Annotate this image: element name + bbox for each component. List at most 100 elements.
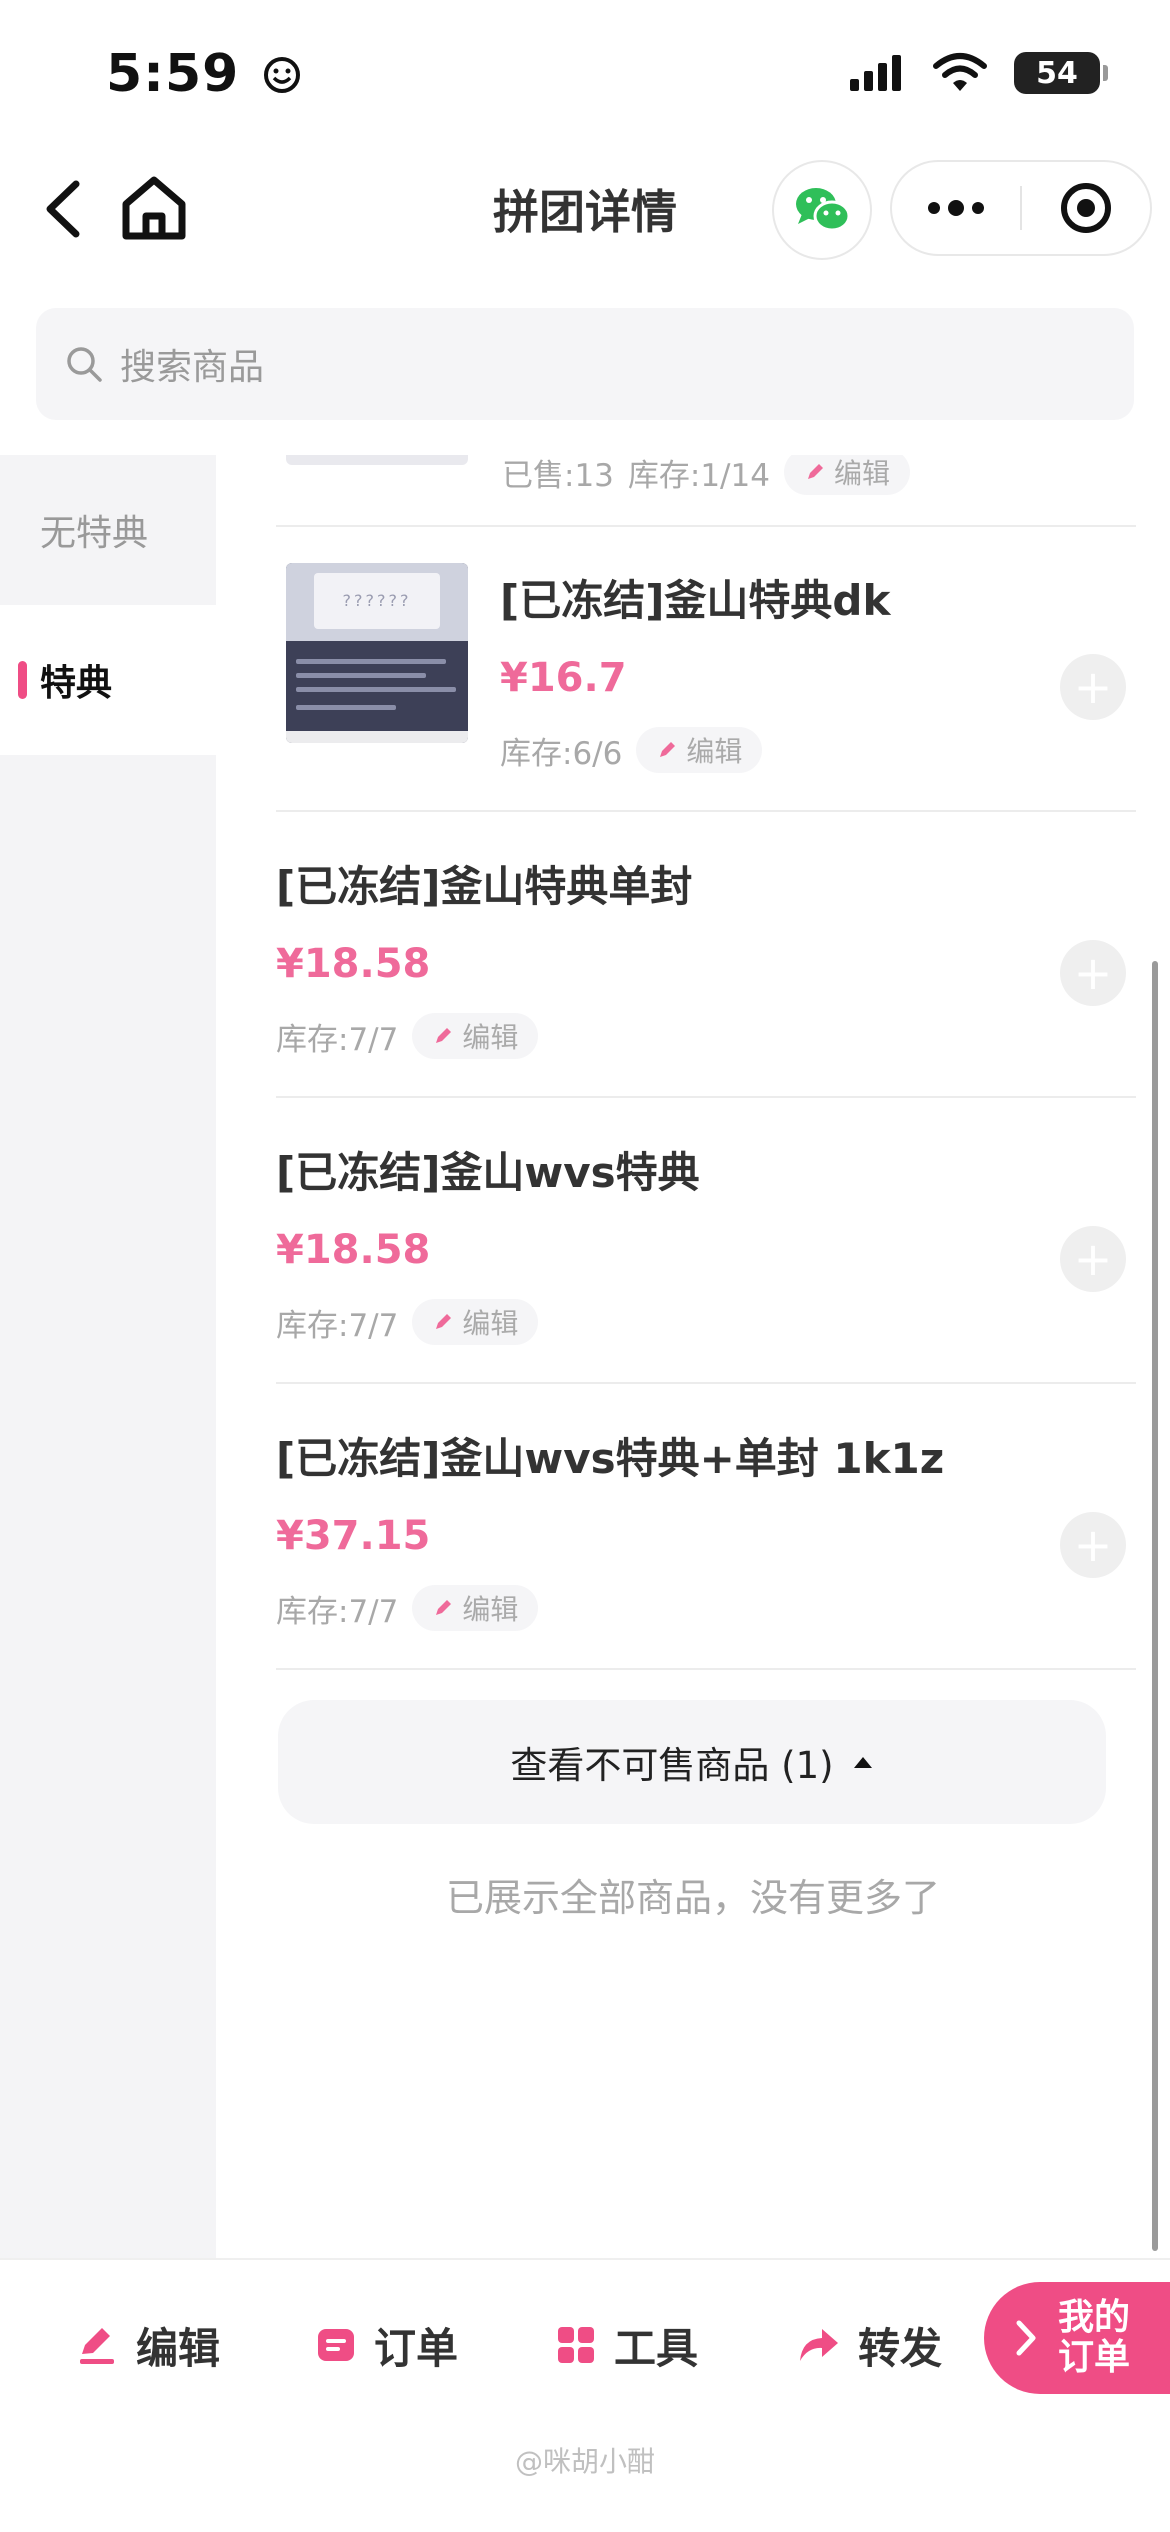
stock-count: 库存:1/14 [627, 457, 770, 494]
nav-bar: 拼团详情 [0, 150, 1170, 270]
chevron-right-icon [1016, 2320, 1036, 2356]
pencil-icon [436, 1314, 452, 1329]
target-close-icon [1060, 183, 1111, 233]
pencil-icon [660, 742, 676, 757]
status-bar: 5:59 54 [0, 0, 1170, 150]
close-miniprogram-button[interactable] [1022, 160, 1150, 256]
plus-icon: + [1073, 946, 1113, 1000]
forward-tab-button[interactable]: 转发 [796, 2300, 942, 2390]
status-icons: 54 [850, 52, 1108, 94]
share-arrow-icon [800, 2329, 838, 2361]
product-meta: 已售:13 库存:1/14 编辑 [502, 455, 910, 495]
edit-label: 编辑 [462, 1021, 519, 1054]
scrollbar[interactable] [1152, 961, 1158, 2251]
product-price: ¥18.58 [276, 1227, 431, 1273]
edit-label: 编辑 [686, 735, 743, 768]
plus-icon: + [1073, 660, 1113, 714]
unsellable-label: 查看不可售商品 (1) [510, 1744, 834, 1787]
add-to-cart-button[interactable]: + [1060, 940, 1126, 1006]
divider [276, 1668, 1136, 1670]
forward-tab-label: 转发 [858, 2323, 943, 2373]
product-thumbnail: ?????? [286, 563, 468, 743]
plus-icon: + [1073, 1518, 1113, 1572]
product-price: ¥37.15 [276, 1513, 431, 1559]
status-time: 5:59 [106, 44, 302, 104]
divider [276, 1096, 1136, 1098]
product-title: [已冻结]釜山wvs特典+单封 1k1z [276, 1434, 945, 1483]
search-placeholder: 搜索商品 [120, 347, 265, 388]
category-sidebar: 无特典 特典 [0, 455, 216, 2260]
thumbnail-line [296, 687, 456, 692]
thumbnail-footer [286, 731, 468, 743]
edit-label: 编辑 [462, 1307, 519, 1340]
watermark: @咪胡小酣 [514, 2445, 655, 2478]
thumbnail-line [296, 673, 426, 678]
add-to-cart-button[interactable]: + [1060, 654, 1126, 720]
cellular-signal-icon [850, 55, 901, 91]
product-meta: 库存:7/7 编辑 [276, 1013, 539, 1059]
edit-pencil-icon [80, 2328, 114, 2364]
wechat-icon [796, 188, 851, 232]
end-of-list-text: 已展示全部商品，没有更多了 [445, 1876, 940, 1920]
plus-icon: + [1073, 1232, 1113, 1286]
edit-chip[interactable]: 编辑 [636, 727, 763, 773]
pencil-icon [807, 464, 823, 479]
product-meta: 库存:6/6 编辑 [500, 727, 763, 773]
divider [276, 525, 1136, 527]
stock-count: 库存:7/7 [276, 1021, 399, 1058]
divider [276, 1382, 1136, 1384]
thumbnail-line [296, 659, 446, 664]
divider [276, 810, 1136, 812]
order-list-icon [318, 2329, 354, 2361]
battery-level: 54 [1036, 55, 1078, 91]
sold-count: 已售:13 [502, 457, 614, 494]
edit-label: 编辑 [462, 1593, 519, 1626]
edit-chip[interactable]: 编辑 [783, 455, 910, 495]
tools-tab-button[interactable]: 工具 [556, 2300, 698, 2390]
active-indicator [18, 661, 27, 699]
product-meta: 库存:7/7 编辑 [276, 1299, 539, 1345]
add-to-cart-button[interactable]: + [1060, 1512, 1126, 1578]
orders-tab-button[interactable]: 订单 [316, 2300, 458, 2390]
wechat-share-button[interactable] [772, 160, 872, 260]
edit-chip[interactable]: 编辑 [412, 1299, 539, 1345]
thumbnail-line [296, 705, 396, 710]
my-orders-label: 我的订单 [1058, 2297, 1131, 2378]
edit-tab-button[interactable]: 编辑 [76, 2300, 220, 2390]
more-button[interactable] [892, 160, 1020, 256]
thumbnail-card: ?????? [314, 573, 440, 629]
orders-tab-label: 订单 [374, 2323, 459, 2373]
miniprogram-capsule [890, 160, 1152, 256]
pencil-icon [436, 1028, 452, 1043]
stock-count: 库存:7/7 [276, 1593, 399, 1630]
caret-up-icon [853, 1757, 872, 1768]
product-title: [已冻结]釜山特典dk [500, 576, 891, 625]
product-meta: 库存:7/7 编辑 [276, 1585, 539, 1631]
sidebar-item-label: 无特典 [40, 513, 149, 554]
product-thumbnail-partial [286, 455, 468, 465]
pencil-icon [436, 1600, 452, 1615]
add-to-cart-button[interactable]: + [1060, 1226, 1126, 1292]
stock-count: 库存:6/6 [500, 735, 623, 772]
product-title: [已冻结]釜山特典单封 [276, 862, 693, 911]
edit-tab-label: 编辑 [136, 2323, 221, 2373]
wifi-icon [933, 53, 987, 91]
search-icon [67, 347, 102, 382]
product-price: ¥16.7 [500, 655, 627, 701]
my-orders-button[interactable]: 我的订单 [984, 2282, 1170, 2394]
edit-chip[interactable]: 编辑 [412, 1585, 539, 1631]
grid-tools-icon [558, 2327, 594, 2363]
product-price: ¥18.58 [276, 941, 431, 987]
search-input[interactable]: 搜索商品 [36, 308, 1134, 420]
product-list: 已售:13 库存:1/14 编辑 ?????? [已冻结]釜山特典dk ¥16.… [216, 455, 1170, 2260]
product-title: [已冻结]釜山wvs特典 [276, 1148, 700, 1197]
edit-chip[interactable]: 编辑 [412, 1013, 539, 1059]
sidebar-item-no-bonus[interactable]: 无特典 [0, 455, 216, 605]
tools-tab-label: 工具 [614, 2323, 699, 2373]
bottom-toolbar: 编辑 订单 工具 转发 我的订单 @咪胡小酣 [0, 2258, 1170, 2532]
sidebar-item-label: 特典 [40, 663, 113, 704]
view-unsellable-button[interactable]: 查看不可售商品 (1) [278, 1700, 1106, 1824]
sidebar-item-bonus[interactable]: 特典 [0, 605, 216, 755]
edit-label: 编辑 [833, 457, 890, 490]
battery-icon: 54 [1014, 52, 1108, 94]
